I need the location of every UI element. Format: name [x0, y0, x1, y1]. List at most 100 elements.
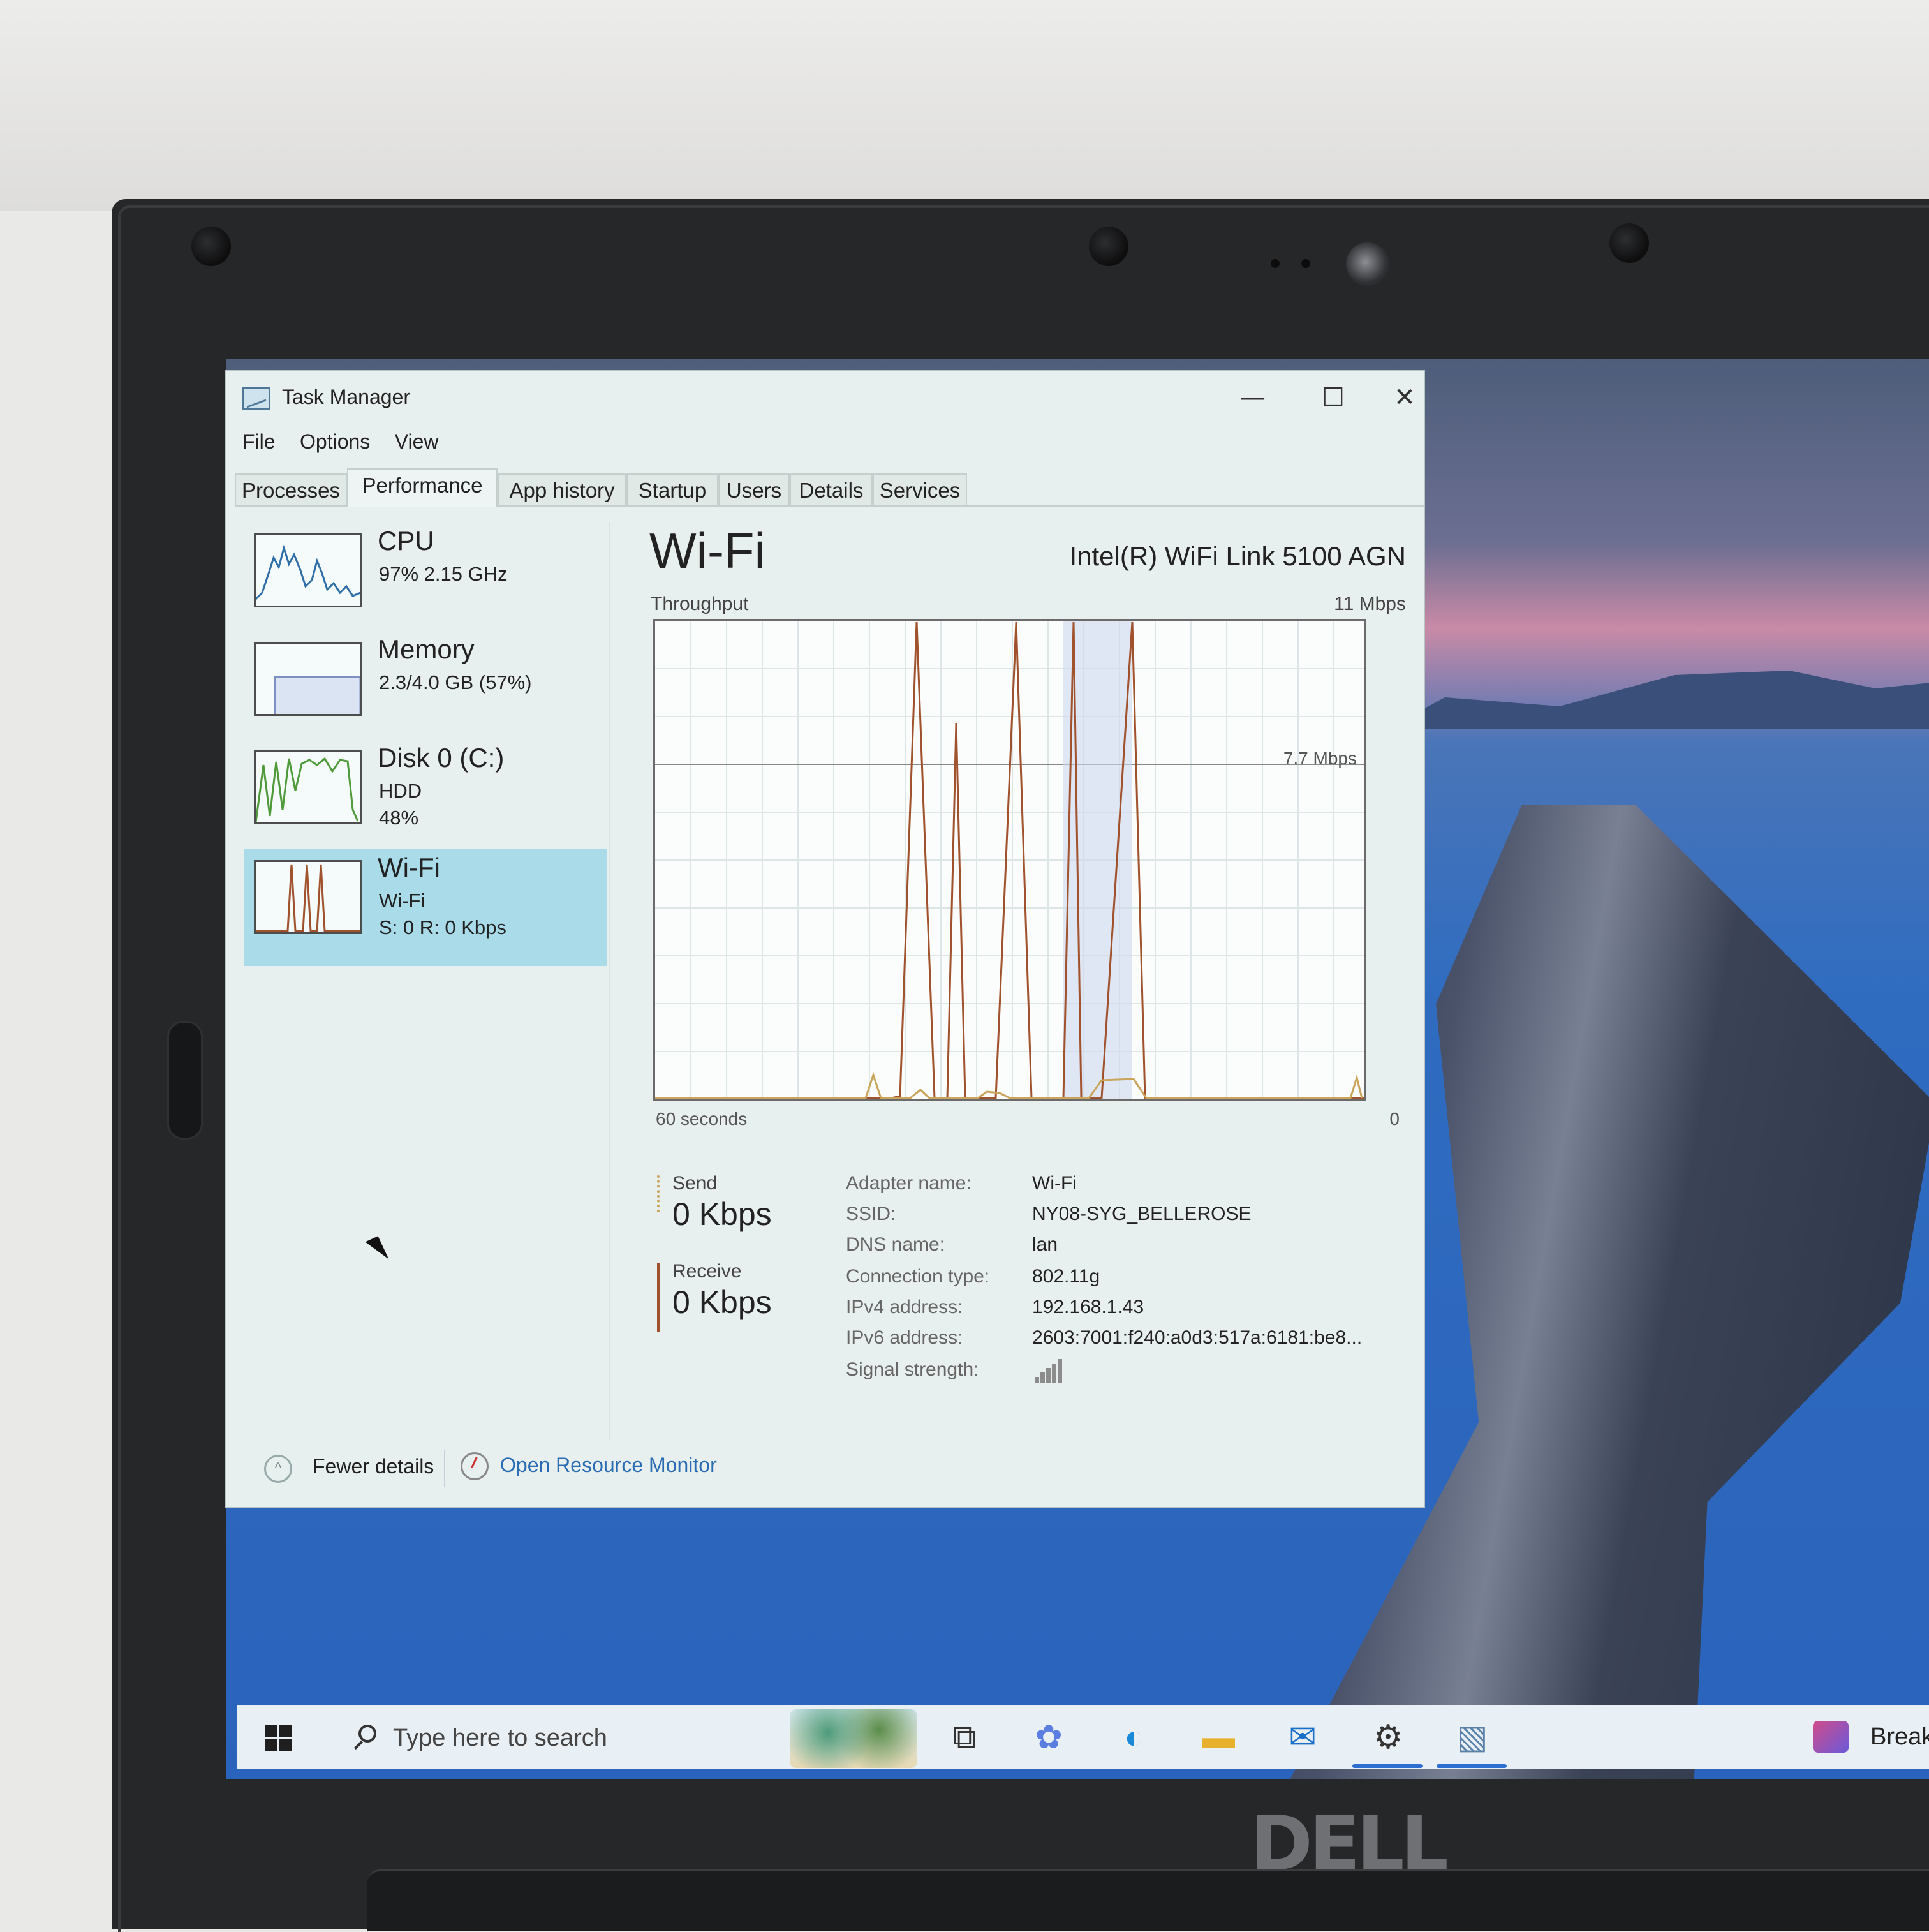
tab-details[interactable]: Details — [790, 473, 873, 505]
windows-start-icon[interactable] — [265, 1725, 292, 1751]
copilot-icon[interactable]: ✿ — [1030, 1718, 1068, 1757]
graph-label: Throughput — [651, 593, 749, 614]
camera-led — [1271, 259, 1280, 268]
sidebar-item-disk[interactable]: Disk 0 (C:) HDD 48% — [244, 739, 607, 854]
search-icon — [358, 1725, 376, 1743]
receive-area — [1063, 621, 1132, 1099]
file-explorer-icon[interactable]: ▬ — [1199, 1718, 1238, 1757]
break-widget-label[interactable]: Break — [1870, 1723, 1929, 1751]
performance-detail-pane: Wi-Fi Intel(R) WiFi Link 5100 AGN Throug… — [649, 522, 1406, 1441]
adapter-model: Intel(R) WiFi Link 5100 AGN — [1069, 541, 1406, 571]
throughput-graph-svg — [655, 621, 1364, 1099]
sidebar-item-label: Wi-Fi — [378, 852, 440, 882]
detail-value: 802.11g — [1032, 1266, 1100, 1287]
menu-file[interactable]: File — [242, 430, 276, 453]
task-manager-running-indicator — [1437, 1764, 1507, 1768]
signal-strength-icon — [1035, 1359, 1064, 1383]
laptop-hinge — [367, 1869, 1929, 1931]
throughput-graph: 7.7 Mbps — [653, 619, 1366, 1101]
detail-value: 192.168.1.43 — [1032, 1297, 1144, 1318]
sidebar-item-detail: Wi-Fi — [379, 889, 425, 912]
sidebar-item-memory[interactable]: Memory 2.3/4.0 GB (57%) — [244, 630, 607, 745]
maximize-button[interactable]: ☐ — [1301, 380, 1365, 415]
x-axis-end-label: 0 — [1389, 1109, 1400, 1129]
wifi-thumbnail-graph — [254, 860, 362, 934]
detail-key: IPv4 address: — [846, 1297, 963, 1318]
receive-legend-bar — [657, 1263, 660, 1332]
menu-bar: File Options View — [242, 430, 461, 459]
sidebar-item-label: Memory — [378, 634, 475, 664]
open-resource-monitor-link[interactable]: Open Resource Monitor — [500, 1453, 717, 1477]
sidebar-item-detail: HDD — [379, 780, 422, 802]
sidebar-item-detail: 48% — [379, 806, 419, 829]
fewer-details-button[interactable]: Fewer details — [313, 1455, 434, 1478]
task-manager-taskbar-icon[interactable]: ▧ — [1453, 1718, 1491, 1757]
detail-key: DNS name: — [846, 1234, 945, 1255]
tab-performance[interactable]: Performance — [347, 468, 498, 507]
search-placeholder: Type here to search — [393, 1725, 607, 1751]
window-title: Task Manager — [282, 385, 410, 408]
send-series-line — [655, 1072, 1363, 1099]
detail-value: 2603:7001:f240:a0d3:517a:6181:be8... — [1032, 1327, 1363, 1348]
close-button[interactable]: ✕ — [1386, 380, 1424, 415]
task-manager-window: Task Manager — ☐ ✕ File Options View Pro… — [225, 370, 1425, 1508]
tab-app-history[interactable]: App history — [498, 473, 626, 505]
break-widget-icon[interactable] — [1813, 1721, 1849, 1753]
bezel-screw — [1609, 223, 1649, 263]
tab-services[interactable]: Services — [873, 473, 967, 505]
webcam — [1346, 242, 1389, 286]
bezel-screw — [191, 227, 231, 266]
detail-value: NY08-SYG_BELLEROSE — [1032, 1203, 1252, 1224]
menu-view[interactable]: View — [395, 430, 439, 453]
performance-sidebar: CPU 97% 2.15 GHz Memory 2.3/4.0 GB (57%)… — [226, 522, 610, 1441]
dell-logo: DELL — [1250, 1799, 1449, 1887]
cpu-thumbnail-graph — [254, 533, 362, 607]
graph-mid-label: 7.7 Mbps — [1283, 748, 1357, 768]
wallpaper-mountains — [1387, 671, 1929, 729]
receive-label: Receive — [672, 1261, 742, 1282]
send-label: Send — [672, 1173, 718, 1194]
search-highlight-image[interactable] — [790, 1709, 917, 1768]
bezel-screw — [1089, 227, 1128, 266]
outlook-icon[interactable]: ✉ — [1283, 1718, 1322, 1757]
detail-key: IPv6 address: — [846, 1327, 963, 1348]
tab-strip: Processes Performance App history Startu… — [235, 468, 1424, 507]
memory-thumbnail-graph — [254, 642, 362, 716]
background-wall — [0, 0, 1929, 211]
sidebar-item-cpu[interactable]: CPU 97% 2.15 GHz — [244, 522, 607, 637]
sidebar-item-detail: S: 0 R: 0 Kbps — [379, 916, 506, 939]
tab-startup[interactable]: Startup — [626, 473, 718, 505]
sidebar-item-label: Disk 0 (C:) — [378, 743, 505, 773]
task-manager-icon — [242, 387, 270, 410]
send-value: 0 Kbps — [672, 1196, 772, 1232]
window-footer: ^ Fewer details Open Resource Monitor — [226, 1430, 1424, 1507]
detail-value: Wi-Fi — [1032, 1173, 1077, 1194]
menu-options[interactable]: Options — [300, 430, 370, 453]
sidebar-item-detail: 2.3/4.0 GB (57%) — [379, 671, 532, 694]
chevron-up-icon[interactable]: ^ — [264, 1455, 292, 1483]
edge-icon[interactable]: ◐ — [1115, 1718, 1153, 1757]
x-axis-start-label: 60 seconds — [656, 1109, 748, 1129]
receive-value: 0 Kbps — [672, 1284, 772, 1320]
settings-running-indicator — [1352, 1764, 1423, 1768]
tab-users[interactable]: Users — [718, 473, 790, 505]
camera-led — [1301, 259, 1310, 268]
detail-key: Connection type: — [846, 1266, 990, 1287]
task-view-icon[interactable]: ⧉ — [945, 1718, 984, 1757]
sidebar-item-label: CPU — [378, 526, 434, 556]
title-bar[interactable]: Task Manager — ☐ ✕ — [226, 371, 1424, 413]
lid-latch — [167, 1021, 203, 1140]
sidebar-item-wifi[interactable]: Wi-Fi Wi-Fi S: 0 R: 0 Kbps — [244, 849, 607, 966]
detail-key: Adapter name: — [846, 1173, 972, 1194]
settings-gear-icon[interactable]: ⚙ — [1369, 1718, 1407, 1757]
footer-divider — [444, 1450, 445, 1487]
detail-key: SSID: — [846, 1203, 896, 1224]
tab-processes[interactable]: Processes — [235, 473, 347, 505]
resource-monitor-icon — [461, 1452, 489, 1480]
detail-value: lan — [1032, 1234, 1058, 1255]
detail-key: Signal strength: — [846, 1359, 979, 1380]
send-legend-bar — [657, 1175, 660, 1212]
minimize-button[interactable]: — — [1221, 380, 1285, 415]
page-title: Wi-Fi — [649, 523, 765, 579]
disk-thumbnail-graph — [254, 750, 362, 824]
